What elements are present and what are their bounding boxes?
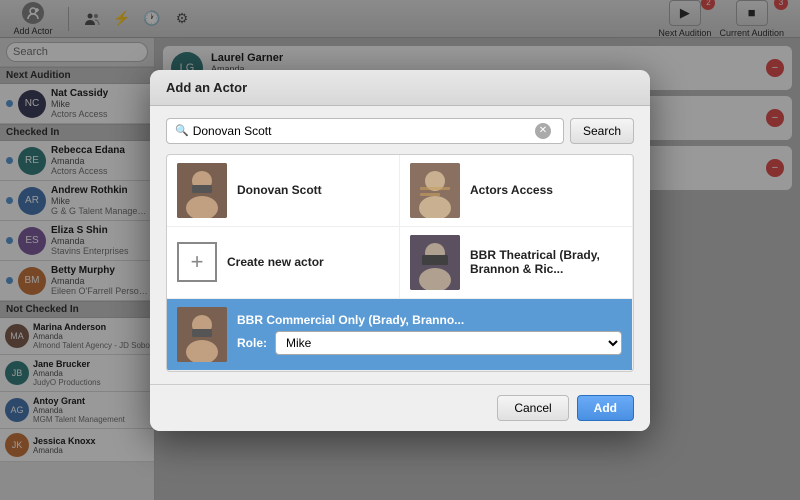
clear-search-button[interactable]: ✕ (535, 123, 551, 139)
result-item-create-new[interactable]: + Create new actor (167, 227, 400, 299)
modal-footer: Cancel Add (150, 384, 650, 431)
result-info: Create new actor (227, 255, 324, 269)
role-row: Role: Mike Amanda Chris (237, 331, 622, 355)
result-item-actors-access[interactable]: Actors Access (400, 155, 633, 227)
add-actor-modal: Add an Actor 🔍 ✕ Search (150, 70, 650, 431)
search-results-grid: Donovan Scott (166, 154, 634, 372)
result-info: Donovan Scott (237, 183, 322, 197)
modal-overlay: Add an Actor 🔍 ✕ Search (0, 0, 800, 500)
create-new-icon: + (177, 242, 217, 282)
role-select[interactable]: Mike Amanda Chris (275, 331, 622, 355)
modal-header: Add an Actor (150, 70, 650, 106)
result-item-donovan[interactable]: Donovan Scott (167, 155, 400, 227)
cancel-button[interactable]: Cancel (497, 395, 568, 421)
result-item-bbr-commercial[interactable]: BBR Commercial Only (Brady, Branno... Ro… (167, 299, 633, 371)
modal-search-input[interactable] (193, 124, 535, 138)
modal-search-field: 🔍 ✕ (166, 118, 564, 144)
avatar (410, 235, 460, 290)
add-button[interactable]: Add (577, 395, 634, 421)
result-item-bbr-theatrical[interactable]: BBR Theatrical (Brady, Brannon & Ric... (400, 227, 633, 299)
modal-body: 🔍 ✕ Search (150, 106, 650, 384)
result-info: Actors Access (470, 183, 553, 197)
search-icon: 🔍 (175, 124, 189, 137)
search-button[interactable]: Search (570, 118, 634, 144)
result-info: BBR Commercial Only (Brady, Branno... Ro… (237, 313, 622, 355)
avatar (410, 163, 460, 218)
result-info: BBR Theatrical (Brady, Brannon & Ric... (470, 248, 622, 276)
avatar (177, 307, 227, 362)
avatar (177, 163, 227, 218)
modal-search-row: 🔍 ✕ Search (166, 118, 634, 144)
